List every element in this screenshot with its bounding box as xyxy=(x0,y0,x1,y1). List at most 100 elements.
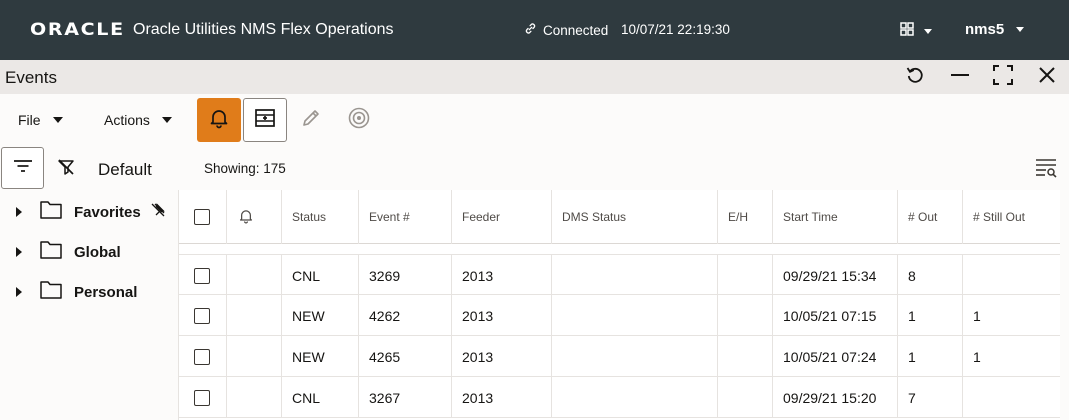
table-row[interactable]: NEW 4265 2013 10/05/21 07:24 1 1 xyxy=(179,336,1060,377)
minimize-button[interactable] xyxy=(948,66,972,88)
server-timestamp: 10/07/21 22:19:30 xyxy=(621,22,730,37)
actions-menu-button[interactable]: Actions xyxy=(104,112,172,128)
unpin-icon[interactable] xyxy=(151,202,165,222)
chevron-right-icon[interactable] xyxy=(16,287,22,297)
oracle-logo: ORACLE xyxy=(30,20,125,40)
row-select-cell xyxy=(179,255,227,296)
chevron-right-icon[interactable] xyxy=(16,247,22,257)
out-cell: 1 xyxy=(898,295,963,336)
filter-icon xyxy=(13,158,33,179)
chevron-down-icon xyxy=(161,117,172,123)
column-search-button[interactable] xyxy=(1035,158,1057,183)
row-checkbox[interactable] xyxy=(194,348,210,365)
column-header-alarm[interactable] xyxy=(227,190,282,244)
target-icon xyxy=(347,106,371,135)
alarm-cell xyxy=(227,255,282,296)
filter-row: Default Showing: 175 xyxy=(0,146,1069,190)
chevron-right-icon[interactable] xyxy=(16,207,22,217)
app-title: Oracle Utilities NMS Flex Operations xyxy=(133,21,394,38)
split-add-button[interactable] xyxy=(243,98,287,142)
column-header-dms-status[interactable]: DMS Status xyxy=(552,190,718,244)
still-out-cell xyxy=(963,377,1060,418)
column-header-out[interactable]: # Out xyxy=(898,190,963,244)
column-header-eh[interactable]: E/H xyxy=(718,190,773,244)
event-cell: 3269 xyxy=(359,255,452,296)
table-row[interactable]: CNL 3267 2013 09/29/21 15:20 7 xyxy=(179,377,1060,418)
dms-status-cell xyxy=(552,336,718,377)
still-out-cell: 1 xyxy=(963,295,1060,336)
clear-filter-button[interactable] xyxy=(57,158,75,181)
tree-item-personal[interactable]: Personal xyxy=(16,277,137,307)
chevron-down-icon xyxy=(924,29,932,34)
close-icon xyxy=(1038,66,1056,89)
maximize-icon xyxy=(992,64,1014,91)
window-title-bar: Events xyxy=(0,60,1069,94)
still-out-cell xyxy=(963,255,1060,296)
out-cell: 7 xyxy=(898,377,963,418)
column-header-still-out[interactable]: # Still Out xyxy=(963,190,1060,244)
start-time-cell: 09/29/21 15:20 xyxy=(773,377,898,418)
tree-item-global[interactable]: Global xyxy=(16,237,121,267)
refresh-button[interactable] xyxy=(903,66,927,88)
filter-button[interactable] xyxy=(1,147,44,189)
bell-icon xyxy=(208,107,230,134)
row-select-cell xyxy=(179,336,227,377)
connection-label: Connected xyxy=(543,22,609,38)
maximize-button[interactable] xyxy=(991,64,1015,91)
apps-grid-icon xyxy=(900,22,914,41)
minimize-icon xyxy=(950,65,970,90)
column-header-start-time[interactable]: Start Time xyxy=(773,190,898,244)
feeder-cell: 2013 xyxy=(452,336,552,377)
alarm-cell xyxy=(227,377,282,418)
edit-button[interactable] xyxy=(289,98,333,142)
tree-item-label: Personal xyxy=(74,283,138,301)
filter-tree: Favorites Global Personal xyxy=(0,190,178,420)
pencil-icon xyxy=(300,107,322,134)
column-header-feeder[interactable]: Feeder xyxy=(452,190,552,244)
column-search-icon xyxy=(1035,159,1057,182)
alarm-cell xyxy=(227,336,282,377)
apps-menu-button[interactable] xyxy=(900,22,932,41)
status-cell: CNL xyxy=(282,377,359,418)
file-menu-label: File xyxy=(18,112,41,128)
select-all-checkbox[interactable] xyxy=(194,209,210,225)
feeder-cell: 2013 xyxy=(452,295,552,336)
status-cell: CNL xyxy=(282,255,359,296)
file-menu-button[interactable]: File xyxy=(18,112,63,128)
actions-menu-label: Actions xyxy=(104,112,150,128)
column-header-status[interactable]: Status xyxy=(282,190,359,244)
feeder-cell: 2013 xyxy=(452,377,552,418)
alarm-cell xyxy=(227,295,282,336)
row-checkbox[interactable] xyxy=(194,267,210,284)
top-header: ORACLE Oracle Utilities NMS Flex Operati… xyxy=(0,0,1069,60)
refresh-icon xyxy=(905,65,925,90)
clear-filter-icon xyxy=(57,159,75,180)
user-menu-button[interactable]: nms5 xyxy=(965,21,1025,38)
alarm-toggle-button[interactable] xyxy=(197,98,241,142)
table-row[interactable]: CNL 3269 2013 09/29/21 15:34 8 xyxy=(179,254,1060,296)
row-checkbox[interactable] xyxy=(194,307,210,324)
tree-item-favorites[interactable]: Favorites xyxy=(16,197,165,227)
close-button[interactable] xyxy=(1035,66,1059,88)
tree-item-label: Favorites xyxy=(74,203,141,221)
chevron-down-icon xyxy=(1016,27,1025,32)
start-time-cell: 09/29/21 15:34 xyxy=(773,255,898,296)
link-icon xyxy=(524,22,537,38)
table-row[interactable]: NEW 4262 2013 10/05/21 07:15 1 1 xyxy=(179,295,1060,336)
column-header-event[interactable]: Event # xyxy=(359,190,452,244)
eh-cell xyxy=(718,336,773,377)
user-name: nms5 xyxy=(965,21,1005,38)
row-checkbox[interactable] xyxy=(194,389,210,406)
showing-count: Showing: 175 xyxy=(204,161,286,176)
start-time-cell: 10/05/21 07:24 xyxy=(773,336,898,377)
window-title: Events xyxy=(5,68,57,87)
out-cell: 1 xyxy=(898,336,963,377)
tree-item-label: Global xyxy=(74,243,121,261)
feeder-cell: 2013 xyxy=(452,255,552,296)
events-table: Status Event # Feeder DMS Status E/H Sta… xyxy=(178,190,1060,420)
filter-view-name: Default xyxy=(98,160,152,179)
dms-status-cell xyxy=(552,295,718,336)
folder-icon xyxy=(40,200,62,224)
focus-button[interactable] xyxy=(337,98,381,142)
folder-icon xyxy=(40,280,62,304)
